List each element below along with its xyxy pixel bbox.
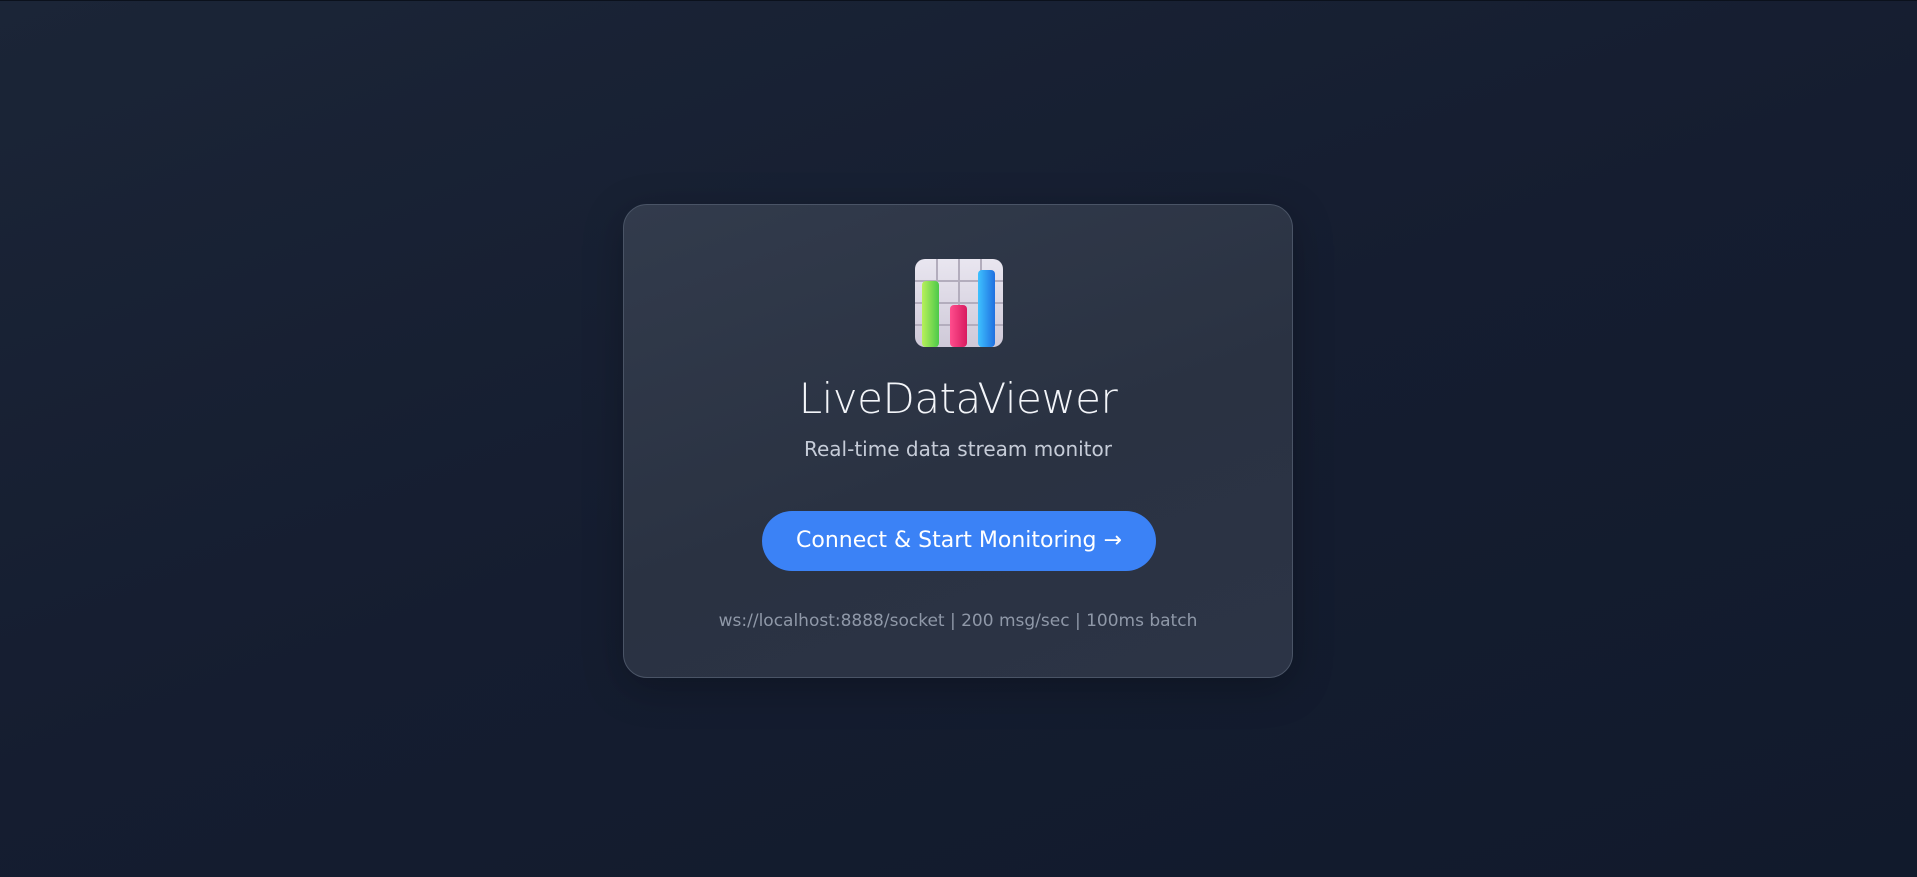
bar-chart-icon: [915, 259, 1003, 347]
welcome-card: LiveDataViewer Real-time data stream mon…: [623, 204, 1293, 678]
connection-info: ws://localhost:8888/socket | 200 msg/sec…: [718, 611, 1198, 631]
app-title: LiveDataViewer: [798, 374, 1118, 423]
connect-button[interactable]: Connect & Start Monitoring →: [762, 511, 1156, 571]
app-subtitle: Real-time data stream monitor: [804, 437, 1112, 461]
window-top-border: [0, 0, 1917, 1]
